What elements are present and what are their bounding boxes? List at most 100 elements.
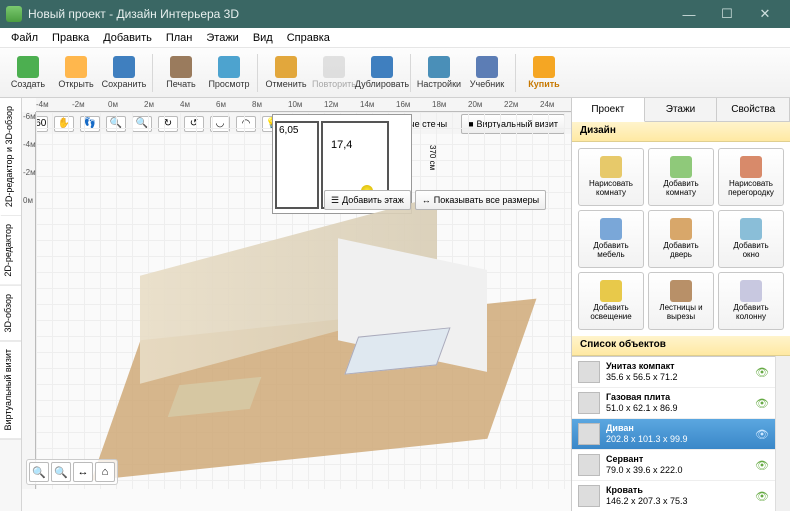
preview-icon <box>218 56 240 78</box>
object-item[interactable]: Диван202.8 x 101.3 x 99.9👁 <box>572 419 775 450</box>
toolbar-label: Настройки <box>417 79 461 89</box>
buy-button[interactable]: Купить <box>520 50 568 96</box>
ruler-tick: -4м <box>36 100 49 109</box>
ruler-tick: 20м <box>468 100 482 109</box>
design-btn-6[interactable]: Добавитьосвещение <box>578 272 644 330</box>
design-icon <box>670 218 692 240</box>
right-panel: ПроектЭтажиСвойства Дизайн Нарисоватьком… <box>571 98 790 511</box>
menu-вид[interactable]: Вид <box>246 30 280 46</box>
design-icon <box>670 156 692 178</box>
design-btn-0[interactable]: Нарисоватькомнату <box>578 148 644 206</box>
zoom-out-button[interactable]: 🔍 <box>29 462 49 482</box>
toolbar-label: Повторить <box>312 79 356 89</box>
design-label: Лестницы ивырезы <box>659 304 702 322</box>
design-label: Добавитьосвещение <box>590 304 631 322</box>
object-list: Унитаз компакт35.6 x 56.5 x 71.2👁Газовая… <box>572 356 775 511</box>
object-text: Сервант79.0 x 39.6 x 222.0 <box>606 454 749 476</box>
save-icon <box>113 56 135 78</box>
visibility-icon[interactable]: 👁 <box>755 397 769 410</box>
design-btn-8[interactable]: Добавитьколонну <box>718 272 784 330</box>
menu-этажи[interactable]: Этажи <box>199 30 245 46</box>
left-tab-2[interactable]: 3D-обзор <box>0 286 21 342</box>
open-button[interactable]: Открыть <box>52 50 100 96</box>
menu-добавить[interactable]: Добавить <box>96 30 159 46</box>
right-tab-Свойства[interactable]: Свойства <box>717 98 790 121</box>
visibility-icon[interactable]: 👁 <box>755 459 769 472</box>
viewport[interactable]: 6,05 17,4 370 см <box>36 112 571 489</box>
create-icon <box>17 56 39 78</box>
design-btn-5[interactable]: Добавитьокно <box>718 210 784 268</box>
menu-справка[interactable]: Справка <box>280 30 337 46</box>
left-tab-3[interactable]: Виртуальный визит <box>0 341 21 439</box>
right-tabs: ПроектЭтажиСвойства <box>572 98 790 122</box>
ruler-tick: 22м <box>504 100 518 109</box>
object-icon <box>578 485 600 507</box>
minimize-button[interactable]: — <box>670 0 708 28</box>
app-icon <box>6 6 22 22</box>
tutorial-icon <box>476 56 498 78</box>
object-item[interactable]: Сервант79.0 x 39.6 x 222.0 👁 <box>572 450 775 481</box>
print-button[interactable]: Печать <box>157 50 205 96</box>
design-label: Добавитьокно <box>733 242 768 260</box>
duplicate-button[interactable]: Дублировать <box>358 50 406 96</box>
create-button[interactable]: Создать <box>4 50 52 96</box>
settings-button[interactable]: Настройки <box>415 50 463 96</box>
ruler-tick: -4м <box>23 140 36 149</box>
design-btn-4[interactable]: Добавитьдверь <box>648 210 714 268</box>
buy-icon <box>533 56 555 78</box>
object-item[interactable]: Кровать146.2 x 207.3 x 75.3👁 <box>572 481 775 511</box>
design-grid: Нарисоватькомнату ДобавитькомнатуНарисова… <box>572 142 790 336</box>
design-btn-2[interactable]: Нарисоватьперегородку <box>718 148 784 206</box>
left-tab-0[interactable]: 2D-редактор и 3D-обзор <box>0 98 21 216</box>
preview-button[interactable]: Просмотр <box>205 50 253 96</box>
ruler-tick: 18м <box>432 100 446 109</box>
design-label: Нарисоватькомнату <box>589 180 633 198</box>
object-text: Газовая плита51.0 x 62.1 x 86.9 <box>606 392 749 414</box>
design-btn-7[interactable]: Лестницы ивырезы <box>648 272 714 330</box>
toolbar-label: Печать <box>166 79 195 89</box>
left-tab-1[interactable]: 2D-редактор <box>0 216 21 286</box>
visibility-icon[interactable]: 👁 <box>755 428 769 441</box>
right-tab-Проект[interactable]: Проект <box>572 98 645 122</box>
object-item[interactable]: Унитаз компакт35.6 x 56.5 x 71.2👁 <box>572 357 775 388</box>
visibility-icon[interactable]: 👁 <box>755 490 769 503</box>
undo-button[interactable]: Отменить <box>262 50 310 96</box>
zoom-in-button[interactable]: 🔍 <box>51 462 71 482</box>
design-icon <box>600 280 622 302</box>
toolbar-label: Создать <box>11 79 45 89</box>
tutorial-button[interactable]: Учебник <box>463 50 511 96</box>
ruler-tick: -2м <box>23 168 36 177</box>
room-2-area: 17,4 <box>331 139 352 151</box>
menu-правка[interactable]: Правка <box>45 30 96 46</box>
design-btn-3[interactable]: Добавитьмебель <box>578 210 644 268</box>
scrollbar[interactable] <box>775 356 790 511</box>
object-item[interactable]: Газовая плита51.0 x 62.1 x 86.9 👁 <box>572 388 775 419</box>
menu-файл[interactable]: Файл <box>4 30 45 46</box>
ruler-tick: 4м <box>180 100 190 109</box>
separator <box>410 54 411 92</box>
maximize-button[interactable]: ☐ <box>708 0 746 28</box>
toolbar-label: Открыть <box>58 79 93 89</box>
add-floor-button[interactable]: ☰Добавить этаж <box>324 190 411 210</box>
design-icon <box>670 280 692 302</box>
visibility-icon[interactable]: 👁 <box>755 366 769 379</box>
zoom-fit-button[interactable]: ↔ <box>73 462 93 482</box>
home-button[interactable]: ⌂ <box>95 462 115 482</box>
toolbar-label: Просмотр <box>208 79 249 89</box>
close-button[interactable]: ✕ <box>746 0 784 28</box>
design-icon <box>740 280 762 302</box>
separator <box>515 54 516 92</box>
show-dims-button[interactable]: ↔Показывать все размеры <box>415 190 546 210</box>
save-button[interactable]: Сохранить <box>100 50 148 96</box>
ruler-tick: 2м <box>144 100 154 109</box>
separator <box>257 54 258 92</box>
menu-план[interactable]: План <box>159 30 200 46</box>
view-3d[interactable] <box>66 214 561 483</box>
object-icon <box>578 392 600 414</box>
toolbar-label: Сохранить <box>102 79 147 89</box>
right-tab-Этажи[interactable]: Этажи <box>645 98 718 121</box>
toolbar-label: Отменить <box>265 79 306 89</box>
design-btn-1[interactable]: Добавитькомнату <box>648 148 714 206</box>
design-header: Дизайн <box>572 122 790 142</box>
toolbar: Создать Открыть Сохранить Печать Просмотр Отм… <box>0 48 790 98</box>
